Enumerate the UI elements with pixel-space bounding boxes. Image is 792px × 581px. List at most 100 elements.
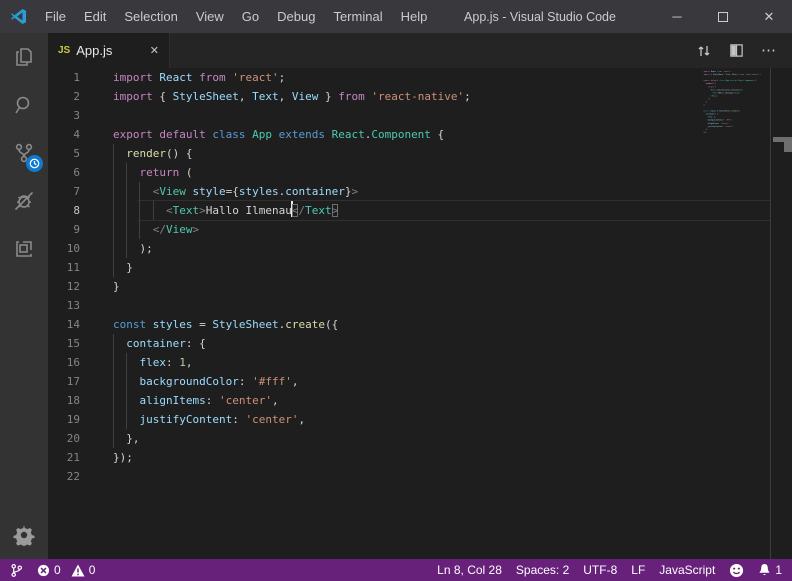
indent-guide — [113, 163, 114, 182]
overview-ruler[interactable] — [770, 68, 792, 559]
code-line: 2import { StyleSheet, Text, View } from … — [48, 87, 792, 106]
errors-icon — [37, 564, 50, 577]
menu-view[interactable]: View — [187, 0, 233, 33]
code-line: 5 render() { — [48, 144, 792, 163]
more-actions-icon[interactable]: ⋯ — [761, 46, 777, 56]
extensions-icon[interactable] — [0, 225, 48, 273]
code-editor[interactable]: 1import React from 'react';2import { Sty… — [48, 68, 792, 559]
line-number: 13 — [48, 296, 110, 315]
menu-go[interactable]: Go — [233, 0, 268, 33]
language-mode[interactable]: JavaScript — [659, 563, 715, 577]
indent-guide — [113, 201, 114, 220]
menu-file[interactable]: File — [36, 0, 75, 33]
minimap[interactable]: import React from 'react';import { Style… — [700, 68, 770, 559]
code-line: 19 justifyContent: 'center', — [48, 410, 792, 429]
explorer-icon[interactable] — [0, 33, 48, 81]
indent-guide — [139, 220, 140, 239]
indent-guide — [153, 201, 154, 220]
line-number: 3 — [48, 106, 110, 125]
indent-guide — [113, 239, 114, 258]
line-number: 5 — [48, 144, 110, 163]
indent-guide — [113, 391, 114, 410]
code-line: 21}); — [48, 448, 792, 467]
split-editor-icon[interactable] — [729, 43, 744, 58]
line-number: 4 — [48, 125, 110, 144]
indent-guide — [113, 144, 114, 163]
code-line: 16 flex: 1, — [48, 353, 792, 372]
indent-guide — [126, 182, 127, 201]
search-icon[interactable] — [0, 81, 48, 129]
minimap-content: import React from 'react';import { Style… — [703, 70, 770, 137]
minimize-button-icon[interactable]: ─ — [654, 0, 700, 33]
eol-sequence[interactable]: LF — [631, 563, 645, 577]
line-number: 1 — [48, 68, 110, 87]
code-line: 22 — [48, 467, 792, 486]
overview-line-marker — [784, 142, 792, 152]
line-number: 9 — [48, 220, 110, 239]
line-number: 6 — [48, 163, 110, 182]
line-number: 19 — [48, 410, 110, 429]
indent-guide — [113, 220, 114, 239]
cursor-position[interactable]: Ln 8, Col 28 — [437, 563, 502, 577]
code-line: 17 backgroundColor: '#fff', — [48, 372, 792, 391]
menu-help[interactable]: Help — [392, 0, 437, 33]
line-number: 21 — [48, 448, 110, 467]
indentation[interactable]: Spaces: 2 — [516, 563, 569, 577]
indent-guide — [126, 239, 127, 258]
line-number: 20 — [48, 429, 110, 448]
javascript-file-icon: JS — [58, 45, 70, 56]
code-line: 3 — [48, 106, 792, 125]
warning-count: 0 — [89, 563, 96, 577]
line-number: 18 — [48, 391, 110, 410]
close-tab-icon[interactable]: ✕ — [150, 44, 159, 57]
indent-guide — [113, 334, 114, 353]
code-line: 1import React from 'react'; — [48, 68, 792, 87]
code-line: 11 } — [48, 258, 792, 277]
indent-guide — [113, 353, 114, 372]
editor-actions: ⋯ — [696, 33, 792, 68]
menu-debug[interactable]: Debug — [268, 0, 324, 33]
vscode-window: FileEditSelectionViewGoDebugTerminalHelp… — [0, 0, 792, 581]
line-number: 7 — [48, 182, 110, 201]
branch-indicator[interactable] — [10, 563, 23, 578]
title-bar: FileEditSelectionViewGoDebugTerminalHelp… — [0, 0, 792, 33]
code-line: 12} — [48, 277, 792, 296]
debug-icon[interactable] — [0, 177, 48, 225]
code-line: 14const styles = StyleSheet.create({ — [48, 315, 792, 334]
code-line: 20 }, — [48, 429, 792, 448]
notification-count: 1 — [775, 563, 782, 577]
close-window-button-icon[interactable]: ✕ — [746, 0, 792, 33]
line-number: 11 — [48, 258, 110, 277]
menu-edit[interactable]: Edit — [75, 0, 115, 33]
line-number: 10 — [48, 239, 110, 258]
settings-gear-icon[interactable] — [0, 511, 48, 559]
indent-guide — [113, 258, 114, 277]
code-line: 15 container: { — [48, 334, 792, 353]
menu-terminal[interactable]: Terminal — [324, 0, 391, 33]
error-count: 0 — [54, 563, 61, 577]
line-number: 16 — [48, 353, 110, 372]
window-title: App.js - Visual Studio Code — [464, 10, 616, 24]
code-line: 4export default class App extends React.… — [48, 125, 792, 144]
problems-indicator[interactable]: 0 0 — [37, 563, 95, 577]
code-lines: 1import React from 'react';2import { Sty… — [48, 68, 792, 486]
feedback-smiley[interactable] — [729, 563, 744, 578]
code-line: 6 return ( — [48, 163, 792, 182]
tab-bar: JS App.js ✕ ⋯ — [48, 33, 792, 68]
tab-appjs[interactable]: JS App.js ✕ — [48, 33, 170, 68]
activity-bar-spacer — [0, 273, 48, 511]
notifications[interactable]: 1 — [758, 563, 782, 577]
indent-guide — [126, 220, 127, 239]
open-changes-icon[interactable] — [696, 43, 712, 59]
indent-guide — [113, 372, 114, 391]
encoding[interactable]: UTF-8 — [583, 563, 617, 577]
git-branch-icon — [10, 563, 23, 578]
maximize-button-icon[interactable] — [700, 0, 746, 33]
indent-guide — [139, 182, 140, 201]
source-control-icon[interactable] — [0, 129, 48, 177]
code-line: 18 alignItems: 'center', — [48, 391, 792, 410]
indent-guide — [113, 429, 114, 448]
activity-bar — [0, 33, 48, 559]
menu-selection[interactable]: Selection — [115, 0, 186, 33]
line-number: 12 — [48, 277, 110, 296]
